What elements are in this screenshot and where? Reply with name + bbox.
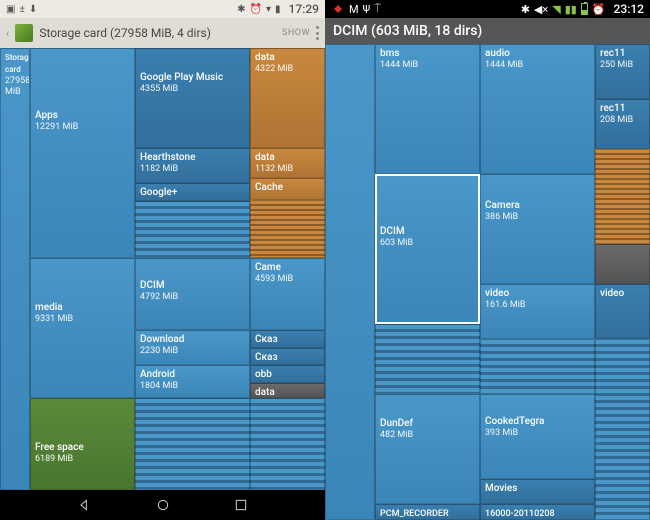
block-dundef[interactable]: DunDef 482 MiB	[375, 394, 480, 504]
treemap-right[interactable]: bms 1444 MiB DCIM 603 MiB DunDef 482 MiB…	[325, 44, 650, 520]
nav-back-button[interactable]	[76, 496, 94, 514]
block-obb[interactable]: obb	[250, 365, 325, 383]
block-camera[interactable]: Camera 386 MiB	[480, 174, 595, 284]
block-came[interactable]: Came 4593 MiB	[250, 258, 325, 330]
bluetooth-icon: ✱	[237, 4, 245, 15]
block-download[interactable]: Download 2230 MiB	[135, 330, 250, 365]
android-icon: ⍑	[374, 2, 381, 16]
bowtie-icon	[331, 5, 345, 13]
usb-icon: Ψ	[363, 3, 371, 16]
block-media-rest[interactable]	[135, 398, 250, 490]
block-cache[interactable]: Cache	[250, 178, 325, 200]
block-videor[interactable]: video	[595, 284, 650, 339]
wifi-icon: ◥	[552, 3, 560, 16]
block-rec1[interactable]: rec11 250 MiB	[595, 44, 650, 99]
block-storage-card[interactable]: Storage card 27958 MiB	[0, 48, 30, 490]
block-hearthstone[interactable]: Hearthstone 1182 MiB	[135, 148, 250, 183]
block-video-stripes[interactable]	[480, 339, 595, 394]
block-movies[interactable]: Movies	[480, 479, 595, 504]
device-right: M Ψ ⍑ ✱ ◀× ◥ ▮▮ ⏰ 23:12 DCIM (603 MiB, 1…	[325, 0, 650, 520]
titlebar-text: DCIM (603 MiB, 18 dirs)	[333, 23, 482, 39]
show-button[interactable]: SHOW	[282, 28, 310, 38]
block-skaz2[interactable]: Сказ	[250, 348, 325, 365]
statusbar-left: ▣ ± ⬇ ✱ ⏰ ▾ ▮ 17:29	[0, 0, 325, 18]
status-time-right: 23:12	[614, 2, 644, 16]
gmail-icon: M	[349, 3, 359, 16]
status-time-left: 17:29	[289, 2, 319, 16]
block-pcm[interactable]: PCM_RECORDER	[375, 504, 480, 520]
app-icon[interactable]	[15, 24, 33, 42]
block-dcim-right[interactable]: DCIM 603 MiB	[375, 174, 480, 324]
titlebar-right: DCIM (603 MiB, 18 dirs)	[325, 18, 650, 44]
block-leftclip[interactable]	[325, 44, 375, 520]
block-rest-clip[interactable]	[595, 339, 650, 520]
block-rest-right[interactable]	[250, 398, 325, 490]
block-video[interactable]: video 161.6 MiB	[480, 284, 595, 339]
actionbar: ‹ Storage card (27958 MiB, 4 dirs) SHOW	[0, 18, 325, 48]
block-numdir[interactable]: 16000-20110208	[480, 504, 595, 520]
block-dcim-left[interactable]: DCIM 4792 MiB	[135, 258, 250, 330]
alarm-icon: ⏰	[592, 3, 606, 16]
battery-icon	[581, 3, 588, 15]
nav-recent-button[interactable]	[232, 496, 250, 514]
bluetooth-icon: ✱	[521, 3, 530, 16]
overflow-icon[interactable]	[316, 26, 319, 40]
block-google-plus[interactable]: Google+	[135, 183, 250, 201]
block-rec2[interactable]: rec11 208 MiB	[595, 99, 650, 149]
block-android[interactable]: Android 1804 MiB	[135, 365, 250, 398]
block-media[interactable]: media 9331 MiB	[30, 258, 135, 398]
block-gpm[interactable]: Google Play Music 4355 MiB	[135, 48, 250, 148]
block-gray-clip[interactable]	[595, 244, 650, 284]
statusbar-right: M Ψ ⍑ ✱ ◀× ◥ ▮▮ ⏰ 23:12	[325, 0, 650, 18]
block-stripes-or[interactable]	[250, 200, 325, 258]
navbar	[0, 490, 325, 520]
back-icon[interactable]: ‹	[6, 27, 9, 40]
block-bms[interactable]: bms 1444 MiB	[375, 44, 480, 174]
block-orange-clip[interactable]	[595, 149, 650, 244]
block-data3[interactable]: data	[250, 383, 325, 398]
block-audio[interactable]: audio 1444 MiB	[480, 44, 595, 174]
nav-home-button[interactable]	[154, 496, 172, 514]
block-skaz[interactable]: Сказ	[250, 330, 325, 348]
alarm-icon: ⏰	[250, 4, 262, 15]
treemap-left[interactable]: Storage card 27958 MiB Apps 12291 MiB me…	[0, 48, 325, 490]
battery-icon: ▮	[275, 4, 281, 15]
block-apps[interactable]: Apps 12291 MiB	[30, 48, 135, 258]
signal-icon: ▮▮	[565, 3, 577, 16]
upload-icon: ±	[19, 4, 24, 15]
download-icon: ⬇	[29, 4, 37, 15]
block-misc-stripes[interactable]	[135, 201, 250, 258]
block-dcim-stripes[interactable]	[375, 324, 480, 394]
actionbar-title: Storage card (27958 MiB, 4 dirs)	[39, 26, 276, 40]
block-free-space[interactable]: Free space 6189 MiB	[30, 398, 135, 490]
block-data2[interactable]: data 1132 MiB	[250, 148, 325, 178]
wifi-icon: ▾	[266, 4, 271, 15]
notif-icon: ▣	[6, 4, 15, 15]
volume-icon: ◀×	[534, 3, 548, 16]
device-left: ▣ ± ⬇ ✱ ⏰ ▾ ▮ 17:29 ‹ Storage card (2795…	[0, 0, 325, 520]
block-cooked[interactable]: CookedTegra 393 MiB	[480, 394, 595, 479]
block-data-orange[interactable]: data 4322 MiB	[250, 48, 325, 148]
